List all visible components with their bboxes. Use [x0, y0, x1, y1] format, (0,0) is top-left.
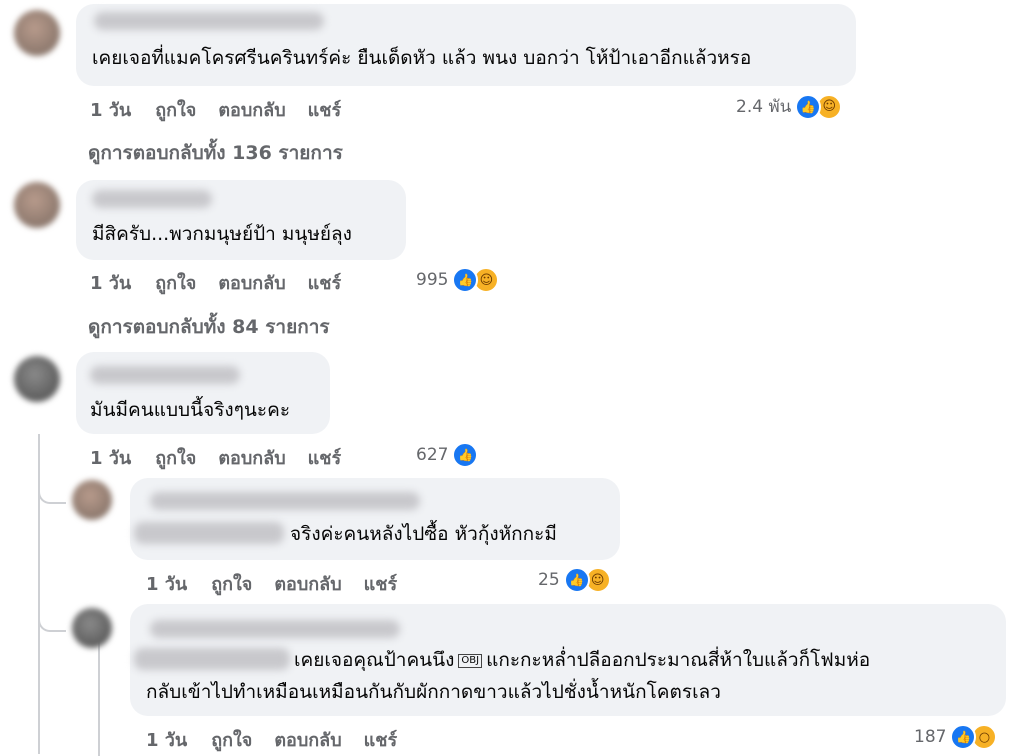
reply-text-part: เคยเจอคุณป้าคนนึง — [294, 649, 455, 671]
replier-name[interactable] — [150, 492, 420, 510]
comment-bubble: เคยเจอที่แมคโครศรีนครินทร์ค่ะ ยืนเด็ดหัว… — [76, 4, 856, 86]
avatar[interactable] — [14, 356, 60, 402]
reply-bubble: เคยเจอคุณป้าคนนึง OBJ แกะกะหล่ำปลีออกประมา… — [130, 604, 1006, 716]
comment-actions: 1 วัน ถูกใจ ตอบกลับ แชร์ — [90, 95, 363, 124]
like-icon: 👍 — [563, 567, 590, 593]
reaction-summary[interactable]: 25 👍 ☺ — [538, 567, 611, 593]
reply-bubble: จริงค่ะคนหลังไปซื้อ หัวกุ้งหักกะมี — [130, 478, 620, 560]
reaction-count: 995 — [416, 270, 449, 290]
reaction-count: 2.4 พัน — [736, 97, 792, 117]
comment-text: มันมีคนแบบนี้จริงๆนะคะ — [90, 399, 291, 421]
avatar[interactable] — [14, 10, 60, 56]
like-icon: 👍 — [452, 267, 479, 293]
avatar[interactable] — [72, 480, 112, 520]
reaction-count: 187 — [914, 727, 947, 747]
obj-glyph: OBJ — [458, 653, 483, 668]
reply-text: จริงค่ะคนหลังไปซื้อ หัวกุ้งหักกะมี — [290, 523, 557, 545]
comment-text: เคยเจอที่แมคโครศรีนครินทร์ค่ะ ยืนเด็ดหัว… — [92, 47, 752, 69]
reply-text-line2: กลับเข้าไปทำเหมือนเหมือนกันกับผักกาดขาวแ… — [146, 681, 721, 703]
share-button[interactable]: แชร์ — [364, 574, 398, 595]
reaction-summary[interactable]: 187 👍 ○ — [914, 724, 998, 750]
reaction-summary[interactable]: 995 👍 ☺ — [416, 267, 500, 293]
thread-connector — [38, 470, 66, 504]
comment-bubble: มันมีคนแบบนี้จริงๆนะคะ — [76, 352, 330, 434]
commenter-name[interactable] — [92, 190, 212, 208]
comment-text: มีสิครับ...พวกมนุษย์ป้า มนุษย์ลุง — [92, 223, 352, 245]
replier-name[interactable] — [150, 620, 400, 638]
reply-time[interactable]: 1 วัน — [146, 574, 187, 595]
reply-button[interactable]: ตอบกลับ — [274, 574, 341, 595]
comment-time[interactable]: 1 วัน — [90, 273, 131, 294]
reaction-count: 627 — [416, 445, 449, 465]
share-button[interactable]: แชร์ — [364, 730, 398, 751]
reply-actions: 1 วัน ถูกใจ ตอบกลับ แชร์ — [146, 569, 419, 598]
like-button[interactable]: ถูกใจ — [211, 730, 252, 751]
reply-button[interactable]: ตอบกลับ — [218, 100, 285, 121]
like-icon: 👍 — [795, 93, 822, 120]
like-button[interactable]: ถูกใจ — [155, 273, 196, 294]
share-button[interactable]: แชร์ — [308, 100, 342, 121]
reply-button[interactable]: ตอบกลับ — [274, 730, 341, 751]
like-button[interactable]: ถูกใจ — [211, 574, 252, 595]
tagged-name[interactable] — [134, 522, 284, 544]
comment-bubble: มีสิครับ...พวกมนุษย์ป้า มนุษย์ลุง — [76, 180, 406, 260]
commenter-name[interactable] — [94, 12, 324, 30]
comment-time[interactable]: 1 วัน — [90, 100, 131, 121]
reply-text-line1: เคยเจอคุณป้าคนนึง OBJ แกะกะหล่ำปลีออกประมา… — [294, 646, 870, 674]
share-button[interactable]: แชร์ — [308, 448, 342, 469]
commenter-name[interactable] — [90, 366, 240, 384]
like-button[interactable]: ถูกใจ — [155, 448, 196, 469]
tagged-name[interactable] — [134, 648, 290, 670]
reaction-summary[interactable]: 627 👍 — [416, 442, 479, 468]
reaction-summary[interactable]: 2.4 พัน 👍 ☺ — [736, 93, 843, 120]
avatar[interactable] — [14, 182, 60, 228]
view-replies-link[interactable]: ดูการตอบกลับทั้ง 84 รายการ — [88, 312, 330, 342]
like-icon: 👍 — [950, 724, 977, 750]
thread-line — [98, 630, 100, 756]
view-replies-link[interactable]: ดูการตอบกลับทั้ง 136 รายการ — [88, 138, 343, 168]
share-button[interactable]: แชร์ — [308, 273, 342, 294]
comment-actions: 1 วัน ถูกใจ ตอบกลับ แชร์ — [90, 443, 363, 472]
reply-time[interactable]: 1 วัน — [146, 730, 187, 751]
like-icon: 👍 — [452, 442, 479, 468]
like-button[interactable]: ถูกใจ — [155, 100, 196, 121]
reply-actions: 1 วัน ถูกใจ ตอบกลับ แชร์ — [146, 725, 419, 754]
thread-connector — [38, 600, 66, 632]
comment-time[interactable]: 1 วัน — [90, 448, 131, 469]
reaction-count: 25 — [538, 570, 560, 590]
reply-button[interactable]: ตอบกลับ — [218, 273, 285, 294]
reply-button[interactable]: ตอบกลับ — [218, 448, 285, 469]
comment-actions: 1 วัน ถูกใจ ตอบกลับ แชร์ — [90, 268, 363, 297]
avatar[interactable] — [72, 608, 112, 648]
reply-text-part: แกะกะหล่ำปลีออกประมาณสี่ห้าใบแล้วก็โฟมห่… — [486, 649, 871, 671]
